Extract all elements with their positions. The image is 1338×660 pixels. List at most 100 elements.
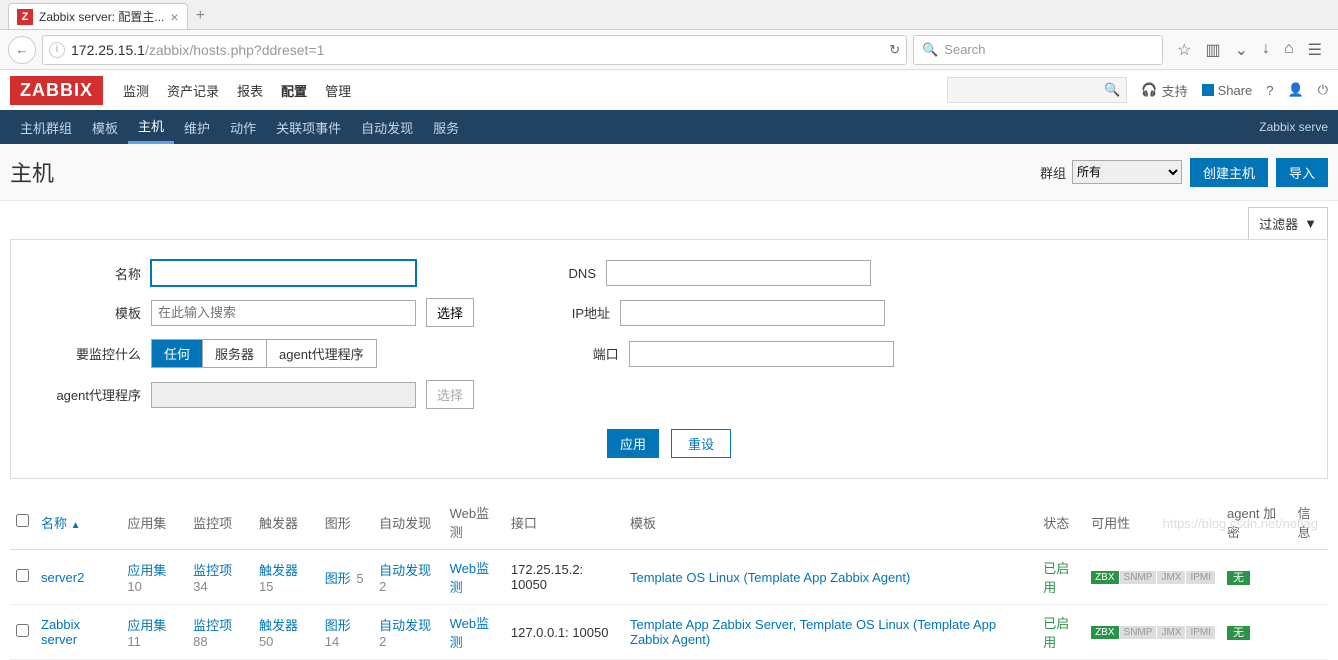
- filter-ip-label: IP地址: [510, 303, 610, 322]
- host-name-link[interactable]: server2: [41, 570, 84, 585]
- graphs-link[interactable]: 图形: [325, 571, 351, 586]
- group-select[interactable]: 所有: [1072, 160, 1182, 184]
- reset-button[interactable]: 重设: [671, 429, 731, 458]
- search-icon: 🔍: [1104, 82, 1120, 98]
- info-cell: [1291, 605, 1328, 660]
- help-icon[interactable]: ?: [1266, 83, 1273, 98]
- filter-template-input[interactable]: [151, 300, 416, 326]
- browser-tab-strip: Z Zabbix server: 配置主... × +: [0, 0, 1338, 30]
- nav-monitoring[interactable]: 监测: [123, 81, 149, 100]
- monitor-agent-button[interactable]: agent代理程序: [267, 340, 376, 367]
- templates-link[interactable]: Template App Zabbix Server, Template OS …: [630, 617, 996, 647]
- app-header: ZABBIX 监测 资产记录 报表 配置 管理 🔍 🎧支持 Share ? 👤 …: [0, 70, 1338, 110]
- status-toggle[interactable]: 已启用: [1043, 616, 1069, 650]
- zbx-badge: ZBX: [1091, 626, 1118, 639]
- subnav-correlation[interactable]: 关联项事件: [266, 110, 351, 144]
- subnav-maintenance[interactable]: 维护: [174, 110, 220, 144]
- subnav-services[interactable]: 服务: [423, 110, 469, 144]
- discovery-link[interactable]: 自动发现: [379, 618, 431, 633]
- nav-inventory[interactable]: 资产记录: [167, 81, 219, 100]
- filter-dns-input[interactable]: [606, 260, 871, 286]
- jmx-badge: JMX: [1157, 626, 1185, 639]
- search-placeholder: Search: [944, 42, 985, 57]
- new-tab-button[interactable]: +: [188, 3, 213, 29]
- row-checkbox[interactable]: [16, 624, 29, 637]
- col-name[interactable]: 名称 ▲: [35, 495, 121, 550]
- share-link[interactable]: Share: [1202, 83, 1253, 98]
- zabbix-logo[interactable]: ZABBIX: [10, 76, 103, 105]
- pocket-icon[interactable]: ⌄: [1235, 40, 1248, 60]
- nav-administration[interactable]: 管理: [325, 81, 351, 100]
- home-icon[interactable]: ⌂: [1284, 40, 1294, 60]
- triggers-link[interactable]: 触发器: [259, 563, 298, 578]
- library-icon[interactable]: ▥: [1205, 40, 1220, 60]
- items-link[interactable]: 监控项: [193, 563, 232, 578]
- templates-link[interactable]: Template OS Linux (Template App Zabbix A…: [630, 570, 910, 585]
- sort-asc-icon: ▲: [71, 520, 81, 531]
- subnav-templates[interactable]: 模板: [82, 110, 128, 144]
- snmp-badge: SNMP: [1120, 626, 1157, 639]
- filter-name-label: 名称: [41, 264, 141, 283]
- items-link[interactable]: 监控项: [193, 618, 232, 633]
- apply-button[interactable]: 应用: [607, 429, 659, 458]
- close-icon[interactable]: ×: [170, 9, 178, 25]
- web-link[interactable]: Web监测: [450, 561, 490, 595]
- subnav-hostgroups[interactable]: 主机群组: [10, 110, 82, 144]
- tab-title: Zabbix server: 配置主...: [39, 8, 164, 25]
- availability-badges: ZBX SNMP JMX IPMI: [1091, 626, 1215, 639]
- web-link[interactable]: Web监测: [450, 616, 490, 650]
- hosts-table: 名称 ▲ 应用集 监控项 触发器 图形 自动发现 Web监测 接口 模板 状态 …: [10, 495, 1328, 660]
- filter-dns-label: DNS: [496, 266, 596, 281]
- row-checkbox[interactable]: [16, 569, 29, 582]
- triggers-link[interactable]: 触发器: [259, 618, 298, 633]
- app-search-input[interactable]: 🔍: [947, 77, 1127, 103]
- power-icon[interactable]: ⏻: [1318, 82, 1328, 98]
- interface-cell: 127.0.0.1: 10050: [505, 605, 624, 660]
- filter-name-input[interactable]: [151, 260, 416, 286]
- create-host-button[interactable]: 创建主机: [1190, 158, 1268, 187]
- subnav-actions[interactable]: 动作: [220, 110, 266, 144]
- subnav-discovery[interactable]: 自动发现: [351, 110, 423, 144]
- template-select-button[interactable]: 选择: [426, 298, 474, 327]
- monitor-any-button[interactable]: 任何: [152, 340, 203, 367]
- monitor-server-button[interactable]: 服务器: [203, 340, 267, 367]
- downloads-icon[interactable]: ↓: [1262, 40, 1270, 60]
- nav-configuration[interactable]: 配置: [281, 81, 307, 100]
- applications-link[interactable]: 应用集: [127, 618, 166, 633]
- page-title-row: 主机 群组 所有 创建主机 导入: [0, 144, 1338, 201]
- group-filter: 群组 所有: [1040, 160, 1182, 184]
- browser-search-input[interactable]: 🔍 Search: [913, 35, 1163, 65]
- jmx-badge: JMX: [1157, 571, 1185, 584]
- browser-tab[interactable]: Z Zabbix server: 配置主... ×: [8, 3, 188, 29]
- filter-port-input[interactable]: [629, 341, 894, 367]
- filter-tab[interactable]: 过滤器 ▼: [1248, 207, 1328, 239]
- col-templates: 模板: [624, 495, 1037, 550]
- subnav-hosts[interactable]: 主机: [128, 110, 174, 144]
- import-button[interactable]: 导入: [1276, 158, 1328, 187]
- sub-nav: 主机群组 模板 主机 维护 动作 关联项事件 自动发现 服务 Zabbix se…: [0, 110, 1338, 144]
- graphs-link[interactable]: 图形: [325, 618, 351, 633]
- status-toggle[interactable]: 已启用: [1043, 561, 1069, 595]
- nav-reports[interactable]: 报表: [237, 81, 263, 100]
- url-bar[interactable]: i 172.25.15.1/zabbix/hosts.php?ddreset=1…: [42, 35, 907, 65]
- select-all-checkbox[interactable]: [16, 514, 29, 527]
- user-icon[interactable]: 👤: [1288, 82, 1304, 98]
- support-link[interactable]: 🎧支持: [1141, 81, 1187, 100]
- col-triggers: 触发器: [253, 495, 319, 550]
- menu-icon[interactable]: ☰: [1308, 40, 1322, 60]
- page-title: 主机: [10, 156, 54, 188]
- back-button[interactable]: ←: [8, 36, 36, 64]
- info-icon[interactable]: i: [49, 42, 65, 58]
- table-row: Zabbix server 应用集 11 监控项 88 触发器 50 图形 14…: [10, 605, 1328, 660]
- url-text: 172.25.15.1/zabbix/hosts.php?ddreset=1: [71, 42, 889, 58]
- zbx-badge: ZBX: [1091, 571, 1118, 584]
- host-name-link[interactable]: Zabbix server: [41, 617, 80, 647]
- share-icon: [1202, 84, 1214, 96]
- applications-link[interactable]: 应用集: [127, 563, 166, 578]
- bookmark-icon[interactable]: ☆: [1177, 40, 1191, 60]
- filter-ip-input[interactable]: [620, 300, 885, 326]
- search-icon: 🔍: [922, 42, 938, 58]
- reload-icon[interactable]: ↻: [889, 42, 900, 58]
- discovery-link[interactable]: 自动发现: [379, 563, 431, 578]
- filter-tab-row: 过滤器 ▼: [0, 207, 1338, 239]
